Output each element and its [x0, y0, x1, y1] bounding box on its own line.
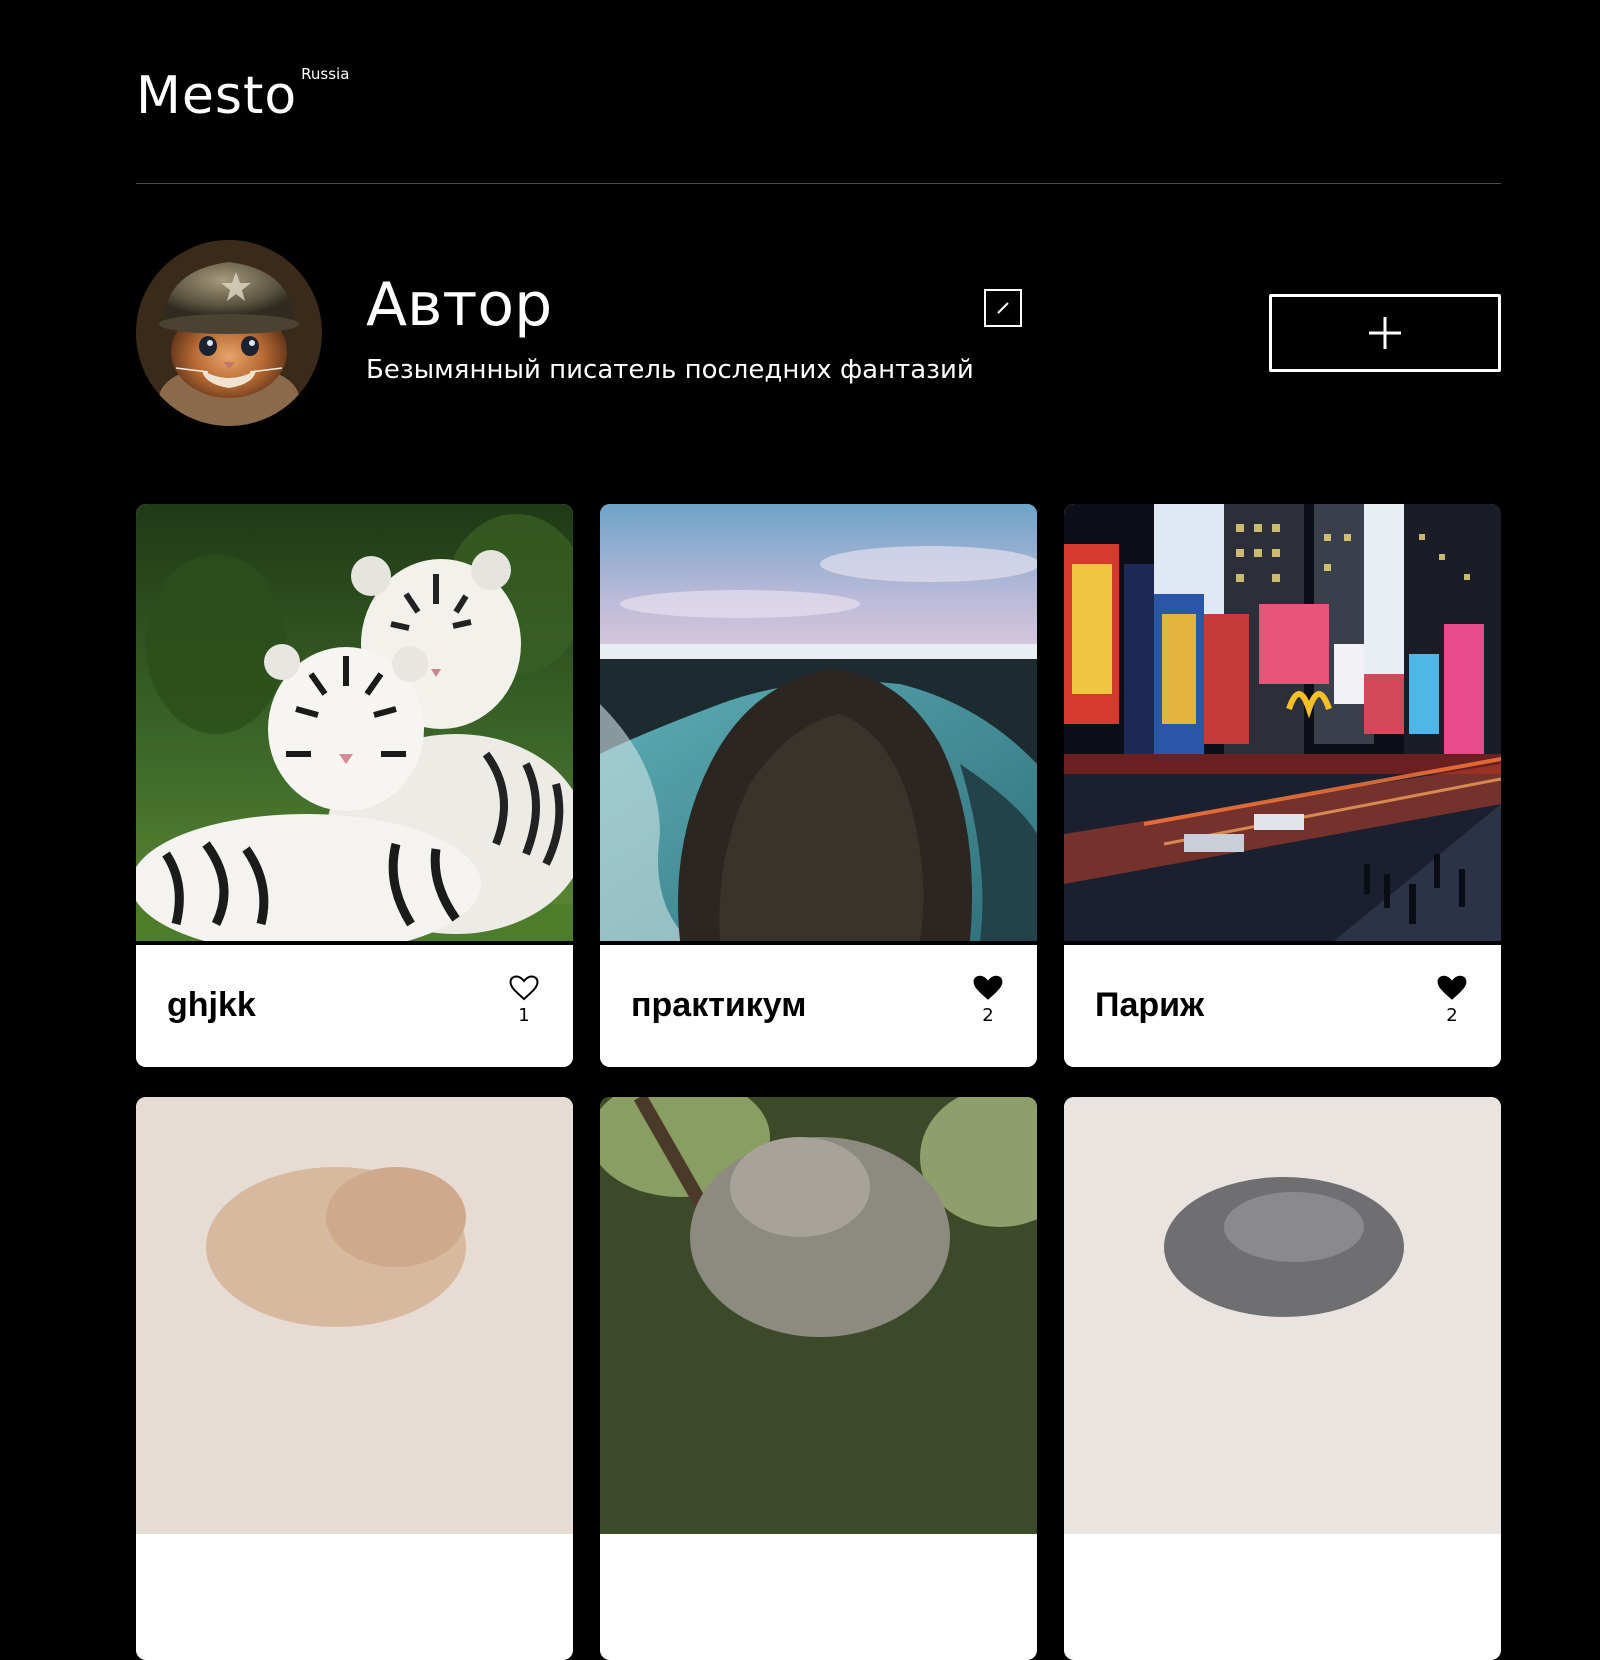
like-button[interactable]	[1436, 973, 1468, 1003]
like-button[interactable]	[508, 973, 540, 1003]
profile-name: Автор	[366, 270, 553, 340]
like-button[interactable]	[972, 973, 1004, 1003]
card	[600, 1097, 1037, 1660]
like-block: 1	[507, 973, 541, 1027]
heart-filled-icon	[1437, 975, 1467, 1000]
profile-info: Автор Безымянный писатель последних фант…	[366, 270, 974, 386]
card-title: ghjkk	[167, 986, 256, 1024]
like-block: 2	[971, 973, 1005, 1027]
avatar[interactable]	[136, 240, 322, 426]
logo-text: Mesto	[136, 66, 298, 126]
logo[interactable]: Mesto Russia	[136, 62, 349, 130]
card-image[interactable]	[136, 1097, 573, 1534]
card-image[interactable]	[136, 504, 573, 941]
page-header: Mesto Russia	[136, 0, 1501, 184]
like-block: 2	[1435, 973, 1469, 1027]
card-footer: ghjkk 1	[136, 941, 573, 1067]
card-image[interactable]	[600, 504, 1037, 941]
like-count: 2	[1446, 1005, 1458, 1026]
plus-icon	[1369, 317, 1401, 349]
card-title: Париж	[1095, 986, 1205, 1024]
like-count: 1	[518, 1005, 530, 1026]
city-night-photo	[1064, 504, 1501, 941]
edit-profile-button[interactable]	[984, 289, 1022, 327]
card-footer: практикум 2	[600, 941, 1037, 1067]
bird-photo	[1064, 1097, 1501, 1534]
pencil-icon	[997, 302, 1009, 314]
card: ghjkk 1	[136, 504, 573, 1067]
cliff-landscape-photo	[600, 504, 1037, 941]
avatar-image	[136, 240, 322, 426]
like-count: 2	[982, 1005, 994, 1026]
profile-about: Безымянный писатель последних фантазий	[366, 355, 974, 385]
card: практикум 2	[600, 504, 1037, 1067]
card-image[interactable]	[1064, 1097, 1501, 1534]
heart-filled-icon	[973, 975, 1003, 1000]
card	[1064, 1097, 1501, 1660]
cards-grid: ghjkk 1 практикум 2 Париж 2	[136, 504, 1501, 1660]
profile-section: Автор Безымянный писатель последних фант…	[136, 240, 1501, 426]
owl-photo	[600, 1097, 1037, 1534]
card-image[interactable]	[600, 1097, 1037, 1534]
heart-outline-icon	[509, 975, 539, 1001]
card	[136, 1097, 573, 1660]
card-footer: Париж 2	[1064, 941, 1501, 1067]
fluffy-animal-photo	[136, 1097, 573, 1534]
card-image[interactable]	[1064, 504, 1501, 941]
logo-superscript: Russia	[301, 65, 350, 83]
add-card-button[interactable]	[1269, 294, 1501, 372]
white-tigers-photo	[136, 504, 573, 941]
card-title: практикум	[631, 986, 807, 1024]
card: Париж 2	[1064, 504, 1501, 1067]
